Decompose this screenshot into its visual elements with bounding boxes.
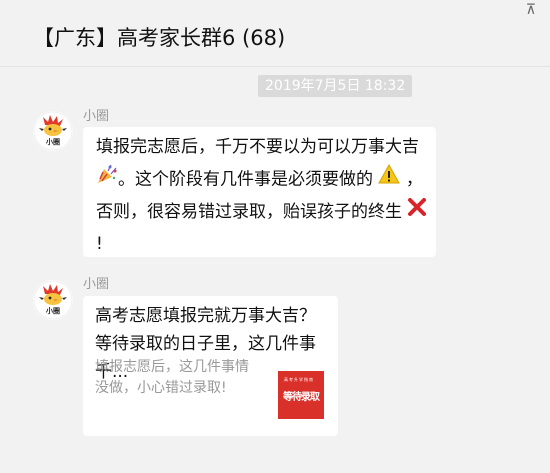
message-timestamp: 2019年7月5日 18:32 (258, 75, 413, 97)
avatar-label: 小圈 (45, 137, 60, 146)
message-line-3: 否则，很容易错过录取，贻误孩子的终生 (96, 196, 432, 228)
chat-title: 【广东】高考家长群6 (68) (33, 26, 286, 50)
party-popper-icon (96, 163, 118, 196)
message-text: 填报完志愿后，千万不要以为可以万事大吉 。这个阶段有几件事是必须要做的 ， 否则… (96, 131, 432, 260)
warning-icon (378, 163, 401, 196)
link-card-thumbnail: 高考升学指南 等待录取 (278, 371, 324, 419)
thumbnail-header: 高考升学指南 (284, 377, 314, 382)
message-line-2: 。这个阶段有几件事是必须要做的 ， (96, 163, 432, 196)
rooster-logo-icon: 小圈 (33, 280, 73, 320)
message-line-3-text: 否则，很容易错过录取，贻误孩子的终生 (96, 202, 402, 222)
sender-name: 小圈 (83, 109, 110, 124)
message-line-4: ! (96, 234, 103, 254)
link-card-description: 填报志愿后，这几件事情没做，小心错过录取! (95, 359, 249, 396)
chat-header: 【广东】高考家长群6 (68) ⊼ (0, 0, 550, 67)
message-line-1: 填报完志愿后，千万不要以为可以万事大吉 (96, 137, 419, 157)
rooster-logo-icon: 小圈 (33, 111, 73, 151)
cross-mark-icon (407, 196, 427, 228)
thumbnail-title: 等待录取 (283, 392, 320, 403)
pin-icon[interactable]: ⊼ (526, 2, 536, 18)
sender-name: 小圈 (83, 277, 110, 292)
message-bubble[interactable]: 填报完志愿后，千万不要以为可以万事大吉 。这个阶段有几件事是必须要做的 ， 否则… (83, 127, 436, 257)
link-card[interactable]: 高考志愿填报完就万事大吉？等待录取的日子里，这几件事千... 填报志愿后，这几件… (83, 296, 338, 436)
message-line-2-text: 。这个阶段有几件事是必须要做的 (118, 169, 373, 190)
avatar[interactable]: 小圈 (33, 111, 73, 151)
avatar-label: 小圈 (45, 306, 60, 315)
avatar[interactable]: 小圈 (33, 280, 73, 320)
message-line-2-comma: ， (405, 169, 423, 190)
